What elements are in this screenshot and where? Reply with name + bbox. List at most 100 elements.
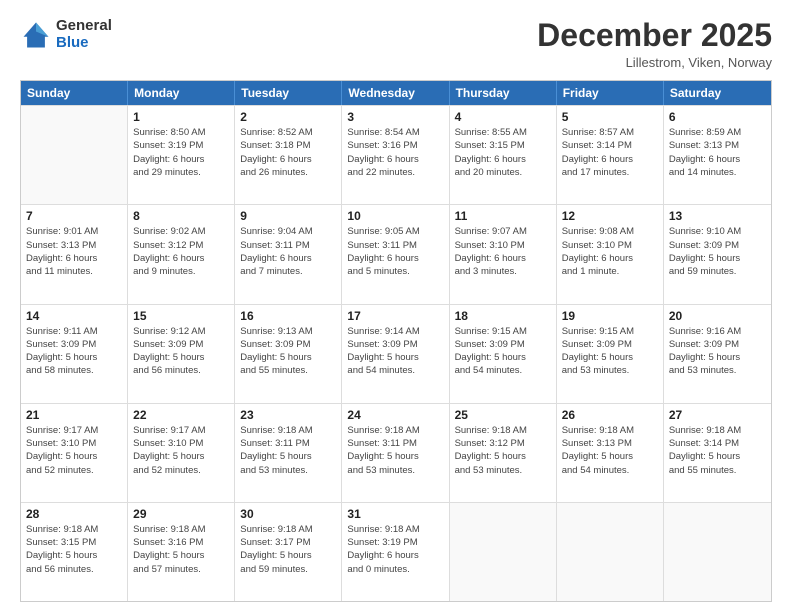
day-number: 21 xyxy=(26,408,122,422)
day-info: Sunrise: 8:52 AM Sunset: 3:18 PM Dayligh… xyxy=(240,126,336,179)
calendar-week-2: 7 Sunrise: 9:01 AM Sunset: 3:13 PM Daylig… xyxy=(21,204,771,303)
calendar-cell: 25 Sunrise: 9:18 AM Sunset: 3:12 PM Dayli… xyxy=(450,404,557,502)
calendar-cell: 14Sunrise: 9:11 AM Sunset: 3:09 PM Dayli… xyxy=(21,305,128,403)
calendar-header-day-tuesday: Tuesday xyxy=(235,81,342,105)
day-number: 10 xyxy=(347,209,443,223)
calendar-cell: 16 Sunrise: 9:13 AM Sunset: 3:09 PM Dayli… xyxy=(235,305,342,403)
calendar-cell: 1 Sunrise: 8:50 AM Sunset: 3:19 PM Daylig… xyxy=(128,106,235,204)
calendar-cell xyxy=(21,106,128,204)
logo: General Blue xyxy=(20,18,112,51)
day-number: 7 xyxy=(26,209,122,223)
day-number: 13 xyxy=(669,209,766,223)
day-info: Sunrise: 9:12 AM Sunset: 3:09 PM Dayligh… xyxy=(133,325,229,378)
calendar-header-day-thursday: Thursday xyxy=(450,81,557,105)
calendar-cell: 17Sunrise: 9:14 AM Sunset: 3:09 PM Dayli… xyxy=(342,305,449,403)
day-number: 19 xyxy=(562,309,658,323)
day-number: 29 xyxy=(133,507,229,521)
calendar-header-day-wednesday: Wednesday xyxy=(342,81,449,105)
day-info: Sunrise: 9:14 AM Sunset: 3:09 PM Dayligh… xyxy=(347,325,443,378)
calendar-week-4: 21 Sunrise: 9:17 AM Sunset: 3:10 PM Dayli… xyxy=(21,403,771,502)
calendar-cell: 15 Sunrise: 9:12 AM Sunset: 3:09 PM Dayli… xyxy=(128,305,235,403)
day-info: Sunrise: 9:17 AM Sunset: 3:10 PM Dayligh… xyxy=(26,424,122,477)
calendar-cell: 7 Sunrise: 9:01 AM Sunset: 3:13 PM Daylig… xyxy=(21,205,128,303)
calendar-cell: 21 Sunrise: 9:17 AM Sunset: 3:10 PM Dayli… xyxy=(21,404,128,502)
day-info: Sunrise: 8:55 AM Sunset: 3:15 PM Dayligh… xyxy=(455,126,551,179)
calendar-header-day-saturday: Saturday xyxy=(664,81,771,105)
day-info: Sunrise: 9:18 AM Sunset: 3:11 PM Dayligh… xyxy=(240,424,336,477)
day-number: 5 xyxy=(562,110,658,124)
calendar-header-day-sunday: Sunday xyxy=(21,81,128,105)
calendar-cell: 12Sunrise: 9:08 AM Sunset: 3:10 PM Dayli… xyxy=(557,205,664,303)
day-info: Sunrise: 9:18 AM Sunset: 3:15 PM Dayligh… xyxy=(26,523,122,576)
calendar-cell: 8 Sunrise: 9:02 AM Sunset: 3:12 PM Daylig… xyxy=(128,205,235,303)
day-number: 2 xyxy=(240,110,336,124)
day-number: 6 xyxy=(669,110,766,124)
calendar-cell: 11Sunrise: 9:07 AM Sunset: 3:10 PM Dayli… xyxy=(450,205,557,303)
day-number: 16 xyxy=(240,309,336,323)
page: General Blue December 2025 Lillestrom, V… xyxy=(0,0,792,612)
calendar-header-day-monday: Monday xyxy=(128,81,235,105)
month-title: December 2025 xyxy=(537,18,772,53)
day-info: Sunrise: 9:13 AM Sunset: 3:09 PM Dayligh… xyxy=(240,325,336,378)
location: Lillestrom, Viken, Norway xyxy=(537,55,772,70)
calendar-cell: 6 Sunrise: 8:59 AM Sunset: 3:13 PM Daylig… xyxy=(664,106,771,204)
day-info: Sunrise: 9:18 AM Sunset: 3:14 PM Dayligh… xyxy=(669,424,766,477)
day-number: 15 xyxy=(133,309,229,323)
calendar-cell: 31Sunrise: 9:18 AM Sunset: 3:19 PM Dayli… xyxy=(342,503,449,601)
calendar-body: 1 Sunrise: 8:50 AM Sunset: 3:19 PM Daylig… xyxy=(21,105,771,601)
logo-general-text: General xyxy=(56,18,112,35)
calendar-cell: 20Sunrise: 9:16 AM Sunset: 3:09 PM Dayli… xyxy=(664,305,771,403)
day-number: 26 xyxy=(562,408,658,422)
calendar-cell: 10 Sunrise: 9:05 AM Sunset: 3:11 PM Dayli… xyxy=(342,205,449,303)
day-info: Sunrise: 9:10 AM Sunset: 3:09 PM Dayligh… xyxy=(669,225,766,278)
calendar: SundayMondayTuesdayWednesdayThursdayFrid… xyxy=(20,80,772,602)
calendar-week-5: 28Sunrise: 9:18 AM Sunset: 3:15 PM Dayli… xyxy=(21,502,771,601)
calendar-cell: 30 Sunrise: 9:18 AM Sunset: 3:17 PM Dayli… xyxy=(235,503,342,601)
day-info: Sunrise: 8:59 AM Sunset: 3:13 PM Dayligh… xyxy=(669,126,766,179)
day-info: Sunrise: 9:11 AM Sunset: 3:09 PM Dayligh… xyxy=(26,325,122,378)
calendar-week-3: 14Sunrise: 9:11 AM Sunset: 3:09 PM Dayli… xyxy=(21,304,771,403)
day-number: 25 xyxy=(455,408,551,422)
day-number: 11 xyxy=(455,209,551,223)
logo-text: General Blue xyxy=(56,18,112,51)
calendar-cell: 23 Sunrise: 9:18 AM Sunset: 3:11 PM Dayli… xyxy=(235,404,342,502)
calendar-cell: 29 Sunrise: 9:18 AM Sunset: 3:16 PM Dayli… xyxy=(128,503,235,601)
calendar-cell: 2 Sunrise: 8:52 AM Sunset: 3:18 PM Daylig… xyxy=(235,106,342,204)
day-info: Sunrise: 9:16 AM Sunset: 3:09 PM Dayligh… xyxy=(669,325,766,378)
day-number: 23 xyxy=(240,408,336,422)
title-area: December 2025 Lillestrom, Viken, Norway xyxy=(537,18,772,70)
day-number: 24 xyxy=(347,408,443,422)
calendar-cell: 28Sunrise: 9:18 AM Sunset: 3:15 PM Dayli… xyxy=(21,503,128,601)
day-info: Sunrise: 8:50 AM Sunset: 3:19 PM Dayligh… xyxy=(133,126,229,179)
day-number: 30 xyxy=(240,507,336,521)
calendar-cell: 18 Sunrise: 9:15 AM Sunset: 3:09 PM Dayli… xyxy=(450,305,557,403)
day-number: 1 xyxy=(133,110,229,124)
calendar-cell xyxy=(557,503,664,601)
day-number: 3 xyxy=(347,110,443,124)
calendar-cell: 5 Sunrise: 8:57 AM Sunset: 3:14 PM Daylig… xyxy=(557,106,664,204)
day-info: Sunrise: 9:05 AM Sunset: 3:11 PM Dayligh… xyxy=(347,225,443,278)
day-info: Sunrise: 8:57 AM Sunset: 3:14 PM Dayligh… xyxy=(562,126,658,179)
calendar-cell: 27Sunrise: 9:18 AM Sunset: 3:14 PM Dayli… xyxy=(664,404,771,502)
day-info: Sunrise: 9:18 AM Sunset: 3:12 PM Dayligh… xyxy=(455,424,551,477)
day-info: Sunrise: 9:18 AM Sunset: 3:16 PM Dayligh… xyxy=(133,523,229,576)
day-info: Sunrise: 9:02 AM Sunset: 3:12 PM Dayligh… xyxy=(133,225,229,278)
day-info: Sunrise: 9:18 AM Sunset: 3:13 PM Dayligh… xyxy=(562,424,658,477)
logo-icon xyxy=(20,19,52,51)
calendar-cell: 4Sunrise: 8:55 AM Sunset: 3:15 PM Daylig… xyxy=(450,106,557,204)
day-info: Sunrise: 9:01 AM Sunset: 3:13 PM Dayligh… xyxy=(26,225,122,278)
day-number: 18 xyxy=(455,309,551,323)
calendar-cell xyxy=(664,503,771,601)
day-info: Sunrise: 9:18 AM Sunset: 3:11 PM Dayligh… xyxy=(347,424,443,477)
day-number: 31 xyxy=(347,507,443,521)
calendar-cell: 13 Sunrise: 9:10 AM Sunset: 3:09 PM Dayli… xyxy=(664,205,771,303)
header: General Blue December 2025 Lillestrom, V… xyxy=(20,18,772,70)
calendar-cell: 24 Sunrise: 9:18 AM Sunset: 3:11 PM Dayli… xyxy=(342,404,449,502)
day-info: Sunrise: 9:18 AM Sunset: 3:17 PM Dayligh… xyxy=(240,523,336,576)
day-info: Sunrise: 9:15 AM Sunset: 3:09 PM Dayligh… xyxy=(455,325,551,378)
calendar-header: SundayMondayTuesdayWednesdayThursdayFrid… xyxy=(21,81,771,105)
calendar-cell: 26 Sunrise: 9:18 AM Sunset: 3:13 PM Dayli… xyxy=(557,404,664,502)
calendar-header-day-friday: Friday xyxy=(557,81,664,105)
day-number: 22 xyxy=(133,408,229,422)
day-number: 8 xyxy=(133,209,229,223)
